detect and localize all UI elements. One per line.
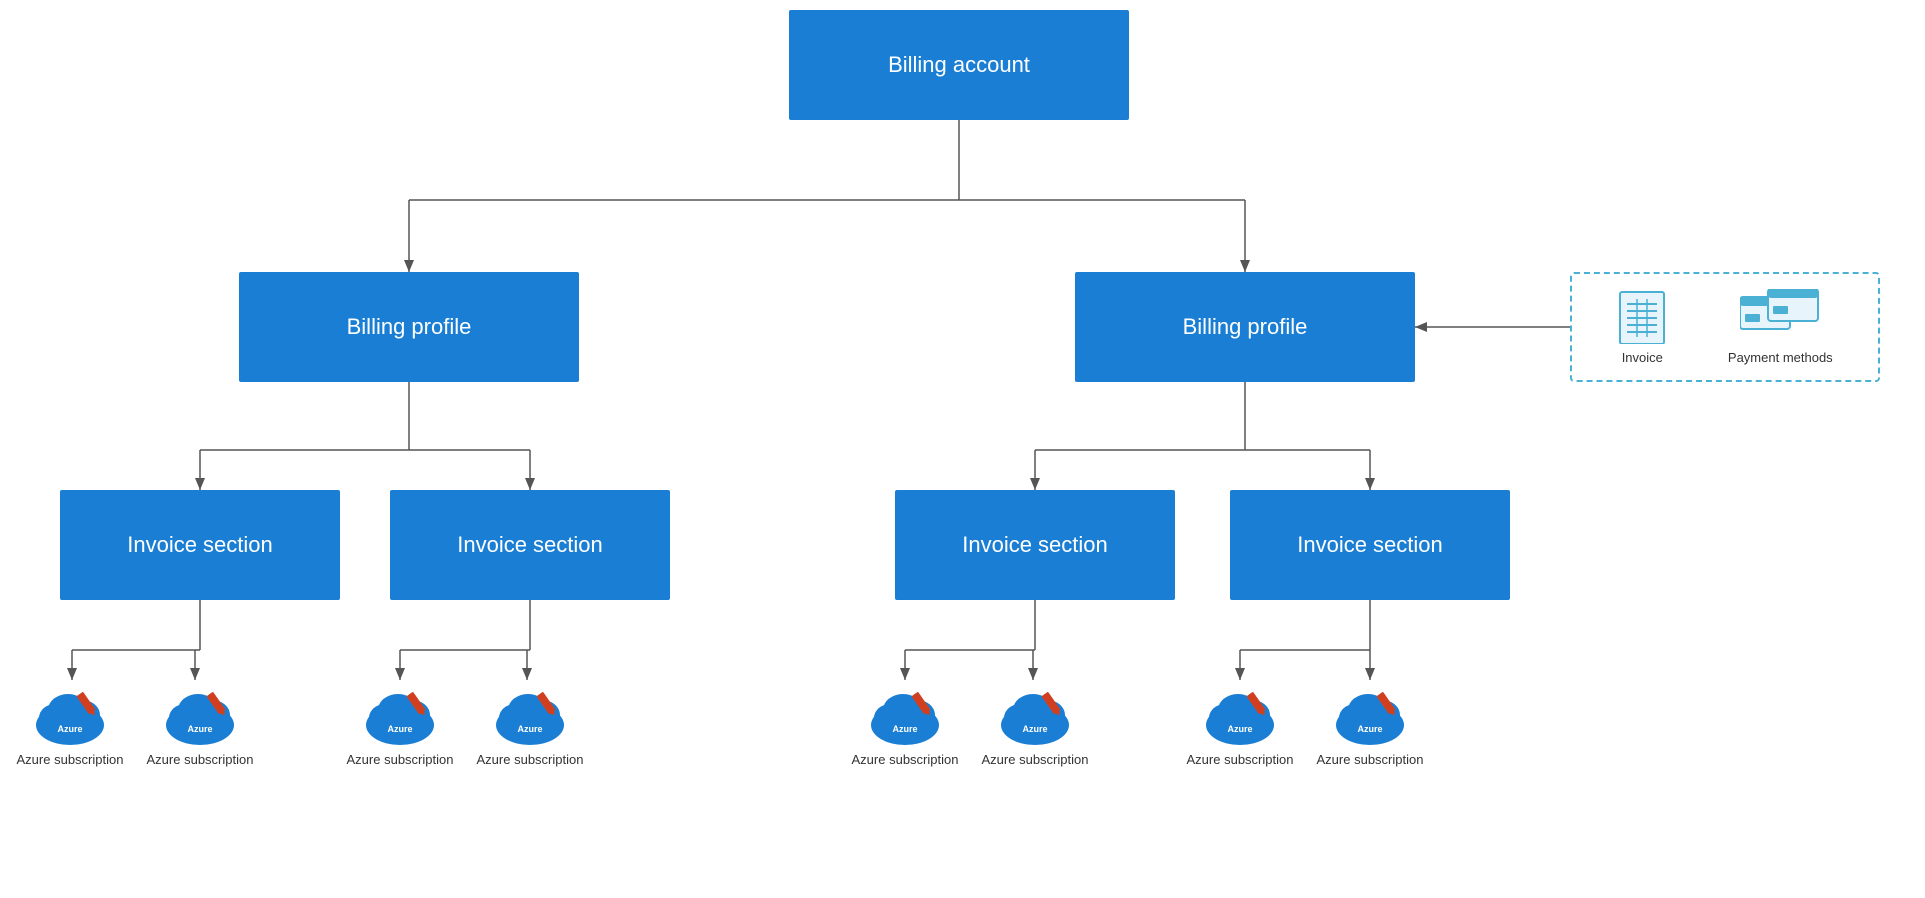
azure-icon-6: Azure [995,680,1075,748]
svg-text:Azure: Azure [892,724,917,734]
billing-account-box: Billing account [789,10,1129,120]
azure-sub-7-label: Azure subscription [1187,752,1294,767]
azure-icon-3: Azure [360,680,440,748]
billing-profile-left-box: Billing profile [239,272,579,382]
azure-sub-5: Azure Azure subscription [850,680,960,767]
azure-sub-2-label: Azure subscription [147,752,254,767]
invoice-icon [1617,289,1667,344]
azure-sub-1: Azure Azure subscription [15,680,125,767]
azure-icon-1: Azure [30,680,110,748]
payment-methods-label: Payment methods [1728,350,1833,365]
payment-methods-item: Payment methods [1728,289,1833,365]
azure-sub-1-label: Azure subscription [17,752,124,767]
azure-icon-8: Azure [1330,680,1410,748]
azure-sub-2: Azure Azure subscription [145,680,255,767]
svg-text:Azure: Azure [187,724,212,734]
azure-icon-2: Azure [160,680,240,748]
azure-sub-4: Azure Azure subscription [475,680,585,767]
svg-text:Azure: Azure [1022,724,1047,734]
svg-text:Azure: Azure [387,724,412,734]
azure-sub-8: Azure Azure subscription [1315,680,1425,767]
svg-text:Azure: Azure [517,724,542,734]
azure-icon-7: Azure [1200,680,1280,748]
azure-sub-7: Azure Azure subscription [1185,680,1295,767]
azure-sub-5-label: Azure subscription [852,752,959,767]
invoice-label: Invoice [1622,350,1663,365]
azure-sub-3: Azure Azure subscription [345,680,455,767]
azure-sub-4-label: Azure subscription [477,752,584,767]
invoice-section-3-box: Invoice section [895,490,1175,600]
diagram-container: Billing account Billing profile Billing … [0,0,1925,898]
svg-text:Azure: Azure [57,724,82,734]
invoice-item: Invoice [1617,289,1667,365]
azure-icon-4: Azure [490,680,570,748]
invoice-section-4-box: Invoice section [1230,490,1510,600]
svg-text:Azure: Azure [1357,724,1382,734]
invoice-section-2-box: Invoice section [390,490,670,600]
azure-sub-6-label: Azure subscription [982,752,1089,767]
connector-svg [0,0,1925,898]
invoice-section-1-box: Invoice section [60,490,340,600]
billing-profile-right-box: Billing profile [1075,272,1415,382]
payment-methods-icon [1740,289,1820,344]
azure-sub-6: Azure Azure subscription [980,680,1090,767]
azure-sub-3-label: Azure subscription [347,752,454,767]
svg-text:Azure: Azure [1227,724,1252,734]
azure-icon-5: Azure [865,680,945,748]
azure-sub-8-label: Azure subscription [1317,752,1424,767]
invoice-payment-box: Invoice Payment methods [1570,272,1880,382]
